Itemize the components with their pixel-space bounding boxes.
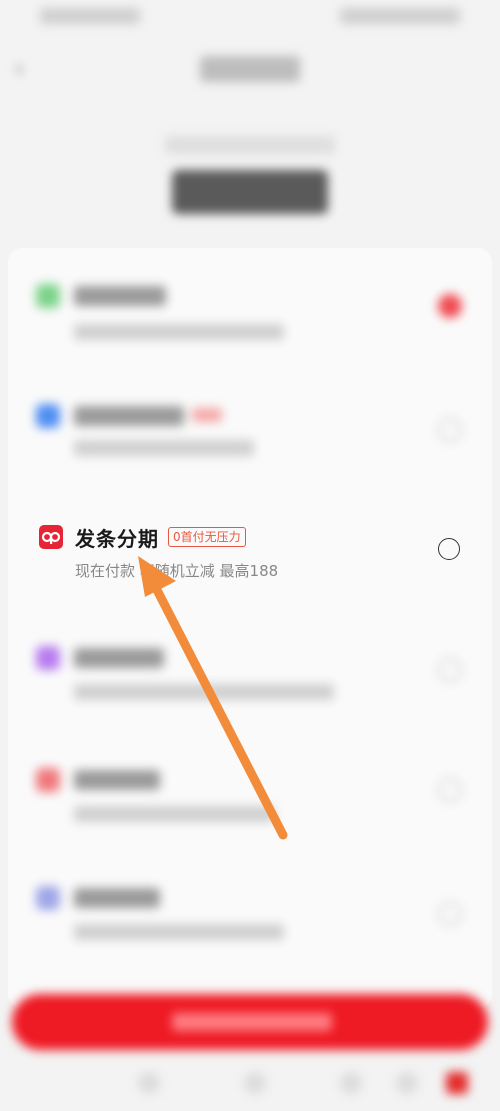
- pay-button-label: [172, 1013, 332, 1031]
- footer-bar: [0, 1056, 500, 1111]
- footer-icon: [446, 1072, 468, 1094]
- footer-icon: [340, 1072, 362, 1094]
- footer-icon: [244, 1072, 266, 1094]
- footer-icon: [138, 1072, 160, 1094]
- annotation-arrow: [138, 556, 288, 840]
- footer-icon: [396, 1072, 418, 1094]
- pay-button[interactable]: [12, 994, 488, 1050]
